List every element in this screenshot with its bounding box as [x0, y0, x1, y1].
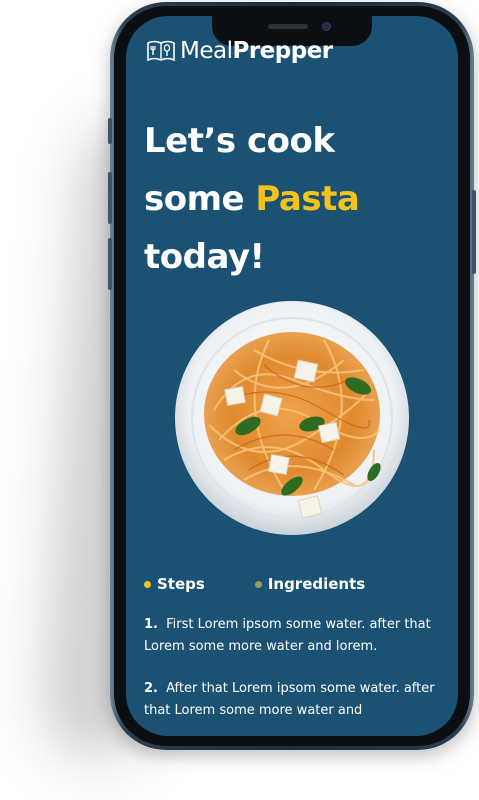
- list-item: 1. First Lorem ipsom some water. after t…: [144, 614, 444, 658]
- recipe-tabs: Steps Ingredients: [144, 572, 444, 596]
- page-title: Let’s cook some Pasta today!: [144, 112, 444, 286]
- volume-up-button: [108, 172, 112, 224]
- title-accent-word: Pasta: [255, 179, 360, 219]
- step-number: 1.: [144, 617, 158, 632]
- tab-ingredients[interactable]: Ingredients: [254, 575, 366, 593]
- list-item: 2. After that Lorem ipsom some water. af…: [144, 678, 444, 722]
- step-number: 2.: [144, 681, 158, 696]
- title-line-2-prefix: some: [144, 179, 256, 219]
- app-logo[interactable]: MealPrepper: [146, 36, 333, 66]
- logo-book-icon: [147, 40, 175, 62]
- app-screen: MealPrepper Let’s cook some Pasta today!: [126, 16, 458, 736]
- steps-list: 1. First Lorem ipsom some water. after t…: [144, 614, 444, 736]
- silent-switch: [108, 118, 112, 144]
- logo-wordmark-bold: Prepper: [232, 38, 333, 64]
- step-text: First Lorem ipsom some water. after that…: [144, 617, 431, 654]
- title-line-3: today!: [144, 237, 265, 277]
- tab-steps-label: Steps: [157, 575, 205, 593]
- mockup-stage: MealPrepper Let’s cook some Pasta today!: [0, 0, 479, 800]
- volume-down-button: [108, 238, 112, 290]
- front-camera: [322, 22, 331, 31]
- logo-wordmark: MealPrepper: [180, 38, 333, 64]
- title-line-1: Let’s cook: [144, 121, 335, 161]
- logo-wordmark-light: Meal: [180, 38, 233, 64]
- title-line-2: some Pasta: [144, 170, 444, 228]
- tab-steps[interactable]: Steps: [144, 575, 205, 593]
- step-text: After that Lorem ipsom some water. after…: [144, 681, 435, 718]
- tab-ingredients-dot: [254, 580, 262, 588]
- speaker-grille: [268, 24, 308, 29]
- pasta-plate-image: [174, 300, 410, 536]
- tab-steps-dot: [144, 580, 151, 588]
- tab-ingredients-label: Ingredients: [267, 575, 366, 593]
- power-button: [472, 190, 476, 274]
